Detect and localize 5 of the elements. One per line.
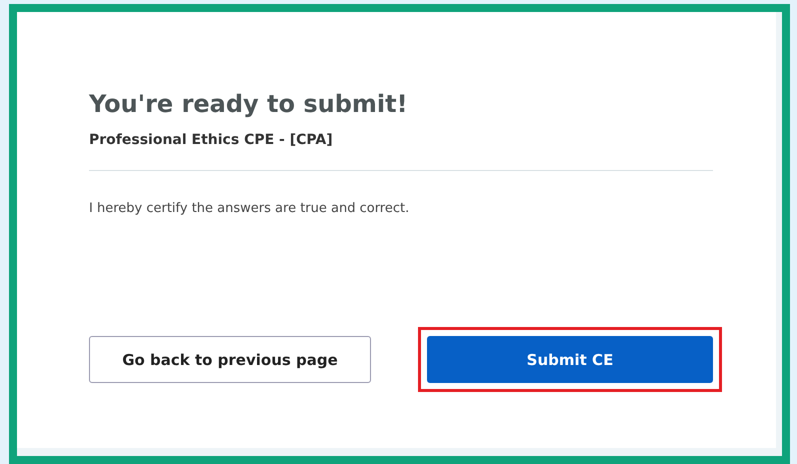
dialog-title: You're ready to submit! bbox=[89, 90, 409, 118]
certification-text: I hereby certify the answers are true and correct. bbox=[89, 201, 410, 216]
back-button[interactable]: Go back to previous page bbox=[89, 336, 371, 383]
submit-button[interactable]: Submit CE bbox=[427, 336, 713, 383]
course-name: Professional Ethics CPE - [CPA] bbox=[89, 132, 334, 148]
